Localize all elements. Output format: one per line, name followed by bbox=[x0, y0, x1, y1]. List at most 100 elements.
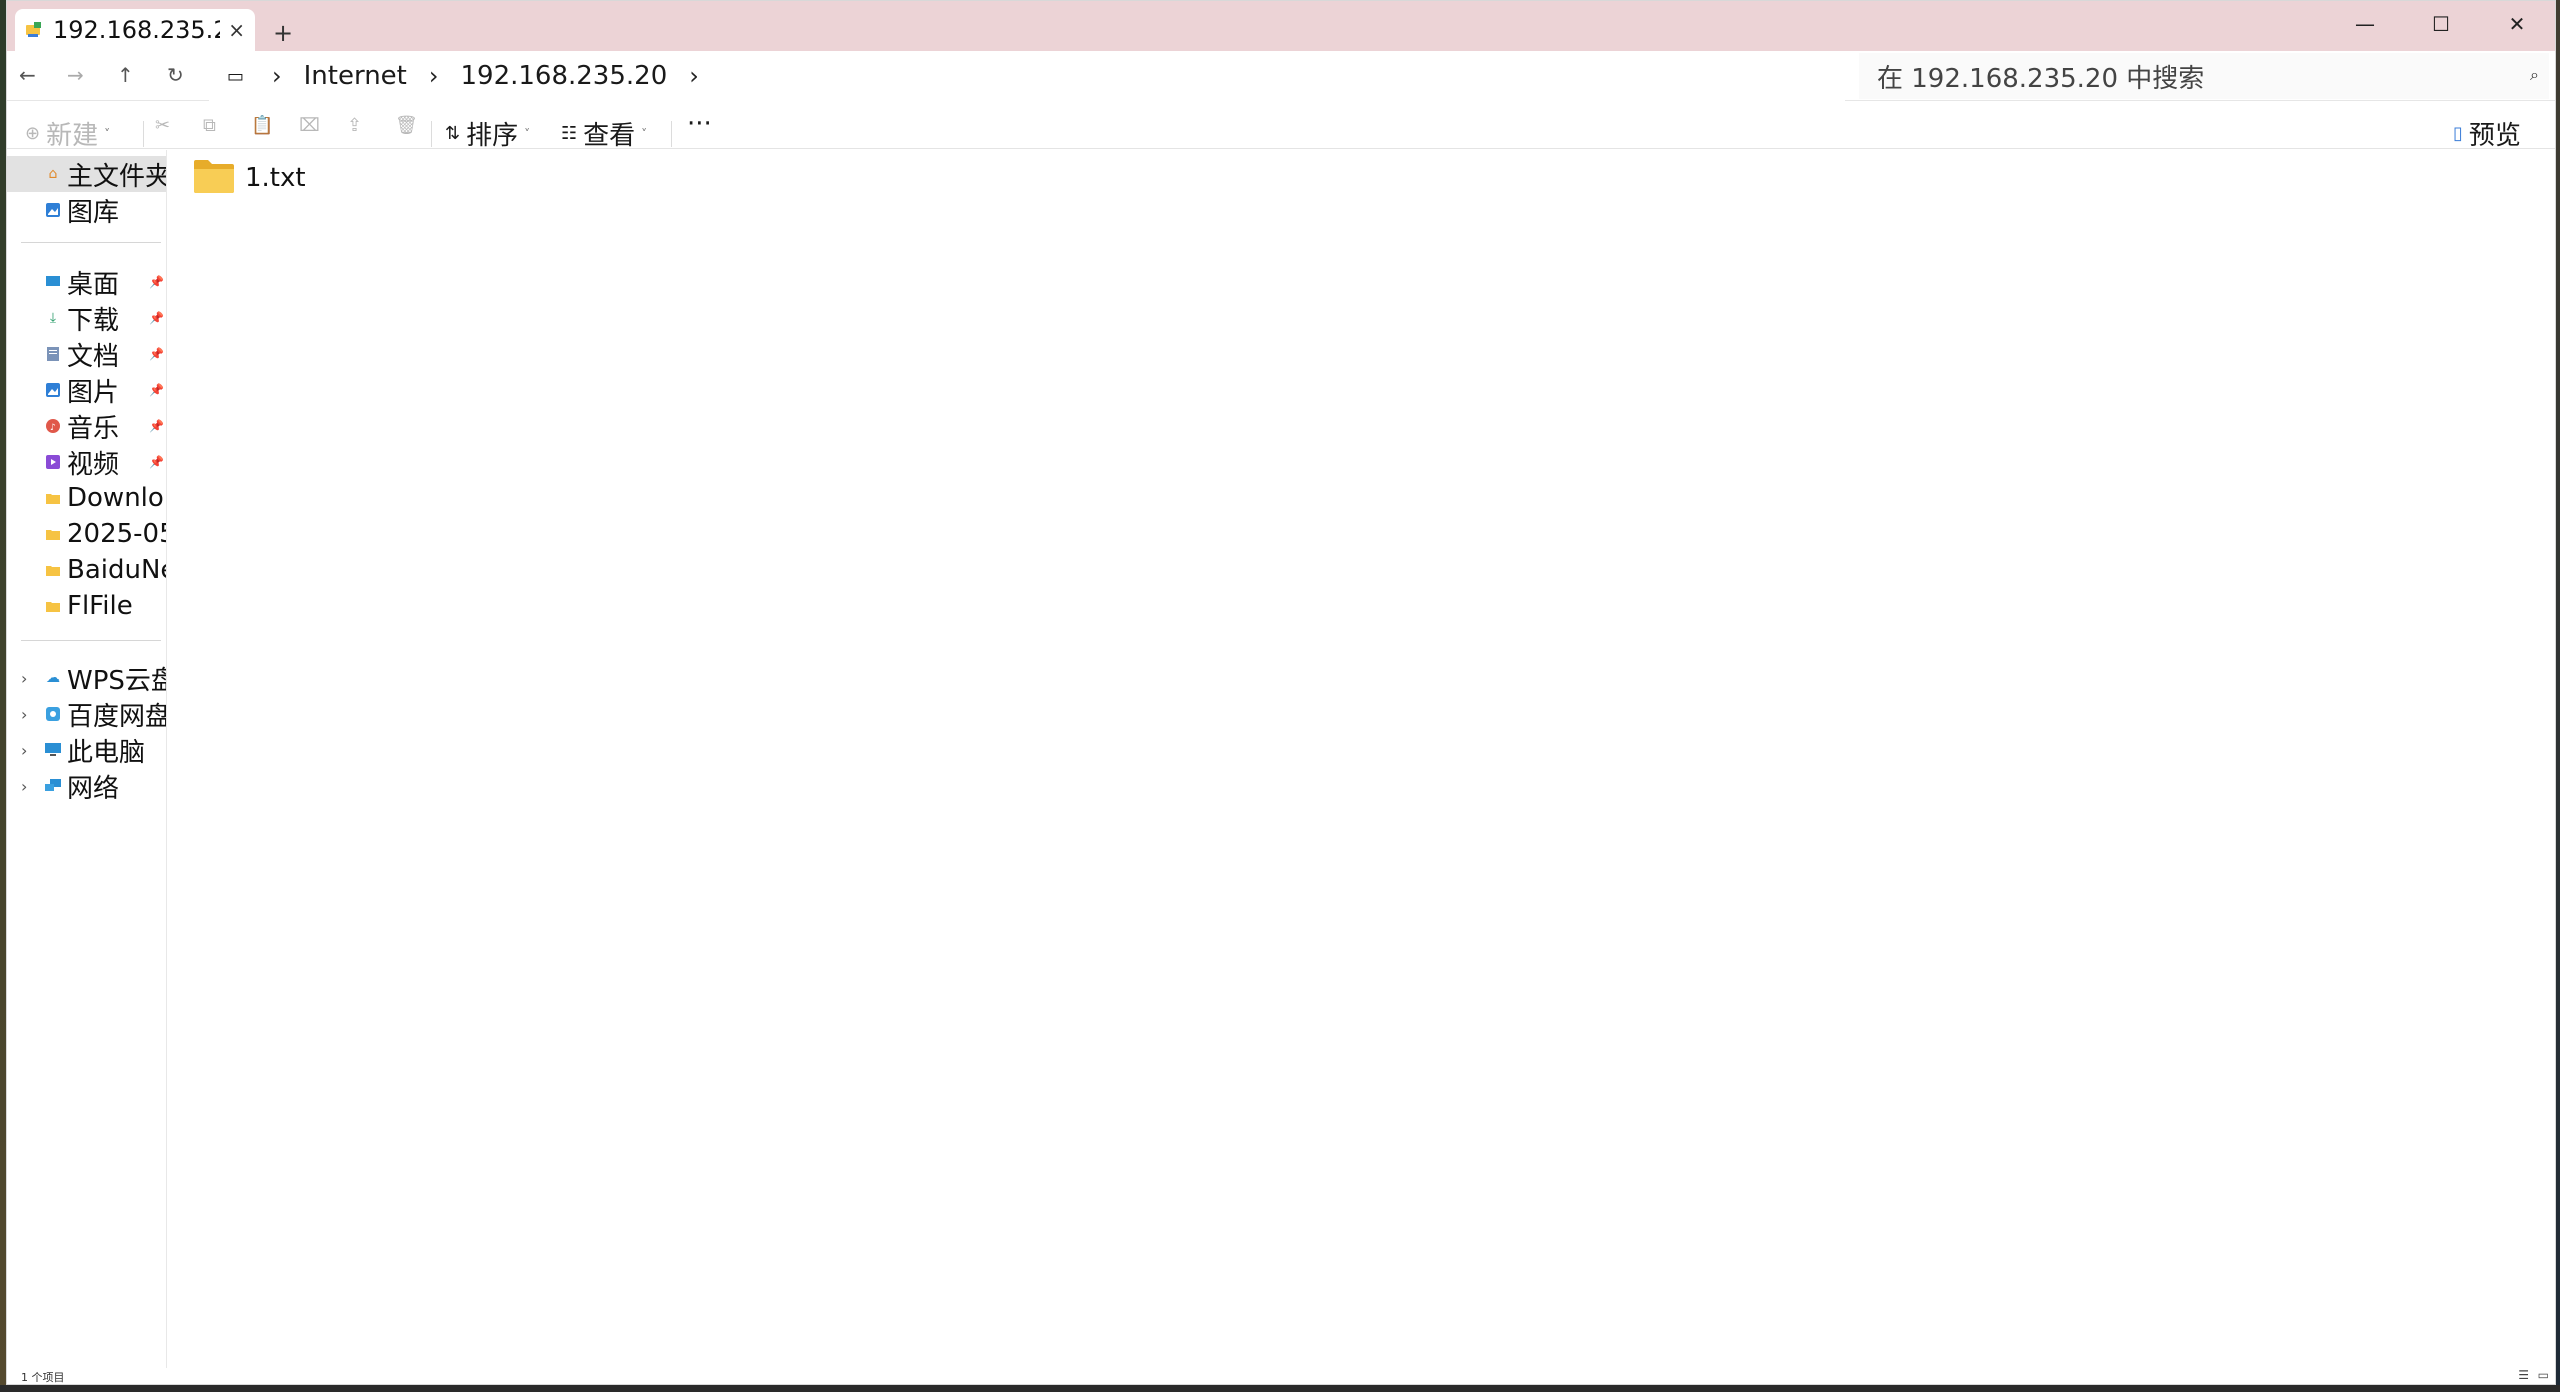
forward-button[interactable]: → bbox=[67, 63, 84, 87]
sidebar-item-label: WPS云盘 bbox=[67, 665, 167, 696]
svg-text:♪: ♪ bbox=[50, 423, 56, 433]
breadcrumb[interactable]: ▭ › Internet › 192.168.235.20 › bbox=[209, 51, 1845, 101]
preview-pane-icon: ▯ bbox=[2453, 123, 2463, 144]
divider bbox=[143, 121, 144, 147]
maximize-button[interactable]: ☐ bbox=[2403, 1, 2479, 47]
chevron-right-icon[interactable]: › bbox=[429, 62, 439, 90]
sidebar-item-label: 图片 bbox=[67, 377, 120, 408]
music-icon: ♪ bbox=[45, 418, 61, 434]
status-bar: 1 个项目 ☰ ▭ bbox=[7, 1368, 2555, 1384]
sidebar-item-folder[interactable]: BaiduNe bbox=[7, 552, 167, 588]
view-label: 查看 bbox=[583, 121, 636, 151]
tab-close-icon[interactable]: × bbox=[228, 18, 245, 42]
sidebar-item-desktop[interactable]: 桌面 📌 bbox=[7, 264, 166, 300]
pc-icon bbox=[45, 742, 61, 758]
sidebar-item-this-pc[interactable]: › 此电脑 bbox=[7, 732, 166, 768]
divider bbox=[431, 121, 432, 147]
pin-icon[interactable]: 📌 bbox=[149, 347, 164, 361]
baidu-icon bbox=[45, 706, 61, 722]
minimize-button[interactable]: — bbox=[2327, 1, 2403, 47]
divider bbox=[671, 121, 672, 147]
desktop-icon bbox=[45, 274, 61, 290]
tiles-view-icon[interactable]: ▭ bbox=[2538, 1368, 2549, 1382]
sidebar-item-label: 网络 bbox=[67, 773, 120, 804]
sidebar-item-folder[interactable]: 2025-05 bbox=[7, 516, 167, 552]
sidebar-item-documents[interactable]: 文档 📌 bbox=[7, 336, 166, 372]
sidebar-item-pictures[interactable]: 图片 📌 bbox=[7, 372, 166, 408]
list-item[interactable]: 1.txt bbox=[193, 158, 306, 198]
sidebar-item-label: 主文件夹 bbox=[67, 161, 167, 192]
chevron-right-icon[interactable]: › bbox=[21, 669, 27, 688]
chevron-down-icon: ˅ bbox=[104, 126, 111, 141]
sort-icon: ⇅ bbox=[445, 123, 461, 144]
chevron-right-icon[interactable]: › bbox=[21, 777, 27, 796]
view-button[interactable]: ☷ 查看 ˅ bbox=[561, 115, 647, 152]
rename-icon[interactable]: ⌧ bbox=[299, 115, 320, 136]
up-button[interactable]: ↑ bbox=[117, 63, 134, 87]
breadcrumb-host[interactable]: 192.168.235.20 bbox=[460, 61, 667, 91]
more-options-icon[interactable]: ··· bbox=[687, 109, 712, 139]
copy-icon[interactable]: ⧉ bbox=[203, 115, 216, 136]
chevron-right-icon[interactable]: › bbox=[272, 62, 282, 90]
home-icon: ⌂ bbox=[48, 166, 58, 182]
sidebar-item-wps-cloud[interactable]: › ☁ WPS云盘 bbox=[7, 660, 167, 696]
folder-icon bbox=[45, 598, 61, 614]
sidebar-item-label: BaiduNe bbox=[67, 555, 167, 585]
sort-button[interactable]: ⇅ 排序 ˅ bbox=[445, 115, 530, 152]
sidebar-item-folder[interactable]: FlFile bbox=[7, 588, 166, 624]
pin-icon[interactable]: 📌 bbox=[149, 419, 164, 433]
tab-current[interactable]: 192.168.235.20 × bbox=[15, 9, 255, 51]
sidebar-item-label: 2025-05 bbox=[67, 519, 167, 549]
details-view-icon[interactable]: ☰ bbox=[2518, 1368, 2529, 1382]
pin-icon[interactable]: 📌 bbox=[149, 383, 164, 397]
search-input[interactable]: 在 192.168.235.20 中搜索 ⌕ bbox=[1859, 53, 2549, 99]
sidebar-item-label: Downlo bbox=[67, 483, 164, 513]
network-icon bbox=[45, 778, 61, 794]
cut-icon[interactable]: ✂ bbox=[155, 115, 170, 136]
refresh-button[interactable]: ↻ bbox=[167, 63, 184, 87]
sidebar-item-downloads[interactable]: ⤓ 下载 📌 bbox=[7, 300, 166, 336]
folder-icon bbox=[45, 490, 61, 506]
breadcrumb-internet[interactable]: Internet bbox=[304, 61, 407, 91]
new-tab-button[interactable]: + bbox=[273, 19, 293, 47]
gallery-icon bbox=[45, 202, 61, 218]
folder-icon bbox=[193, 158, 235, 198]
plus-circle-icon: ⊕ bbox=[25, 123, 41, 144]
folder-icon bbox=[45, 526, 61, 542]
sidebar-item-folder[interactable]: Downlo bbox=[7, 480, 166, 516]
preview-button[interactable]: ▯ 预览 bbox=[2453, 115, 2521, 152]
paste-icon[interactable]: 📋 bbox=[251, 115, 273, 136]
chevron-right-icon[interactable]: › bbox=[689, 62, 699, 90]
sort-label: 排序 bbox=[466, 121, 519, 151]
sidebar-item-home[interactable]: ⌂ 主文件夹 bbox=[7, 156, 167, 192]
close-window-button[interactable]: ✕ bbox=[2479, 1, 2555, 47]
divider bbox=[21, 242, 161, 243]
pin-icon[interactable]: 📌 bbox=[149, 455, 164, 469]
pin-icon[interactable]: 📌 bbox=[149, 275, 164, 289]
new-button[interactable]: ⊕ 新建 ˅ bbox=[25, 115, 110, 152]
search-icon[interactable]: ⌕ bbox=[2530, 65, 2539, 85]
sidebar-item-music[interactable]: ♪ 音乐 📌 bbox=[7, 408, 166, 444]
pin-icon[interactable]: 📌 bbox=[149, 311, 164, 325]
delete-icon[interactable]: 🗑 bbox=[395, 115, 418, 136]
title-bar: 192.168.235.20 × + — ☐ ✕ bbox=[7, 1, 2555, 51]
divider bbox=[21, 640, 161, 641]
share-icon[interactable]: ⇪ bbox=[347, 115, 362, 136]
chevron-down-icon: ˅ bbox=[524, 126, 531, 141]
network-folder-icon bbox=[25, 21, 43, 39]
chevron-right-icon[interactable]: › bbox=[21, 705, 27, 724]
taskbar bbox=[0, 1385, 2560, 1392]
chevron-right-icon[interactable]: › bbox=[21, 741, 27, 760]
sidebar-item-label: 此电脑 bbox=[67, 737, 146, 768]
back-button[interactable]: ← bbox=[19, 63, 36, 87]
file-list: 1.txt bbox=[167, 150, 2555, 1370]
sidebar-item-gallery[interactable]: 图库 bbox=[7, 192, 166, 228]
preview-label: 预览 bbox=[2468, 121, 2521, 151]
sidebar-item-baidu[interactable]: › 百度网盘 bbox=[7, 696, 166, 732]
file-explorer-window: 192.168.235.20 × + — ☐ ✕ ← → ↑ ↻ ▭ › Int… bbox=[6, 0, 2556, 1385]
folder-icon bbox=[45, 562, 61, 578]
pictures-icon bbox=[45, 382, 61, 398]
item-count: 1 个项目 bbox=[21, 1371, 65, 1384]
sidebar-item-network[interactable]: › 网络 bbox=[7, 768, 166, 804]
sidebar-item-videos[interactable]: 视频 📌 bbox=[7, 444, 166, 480]
